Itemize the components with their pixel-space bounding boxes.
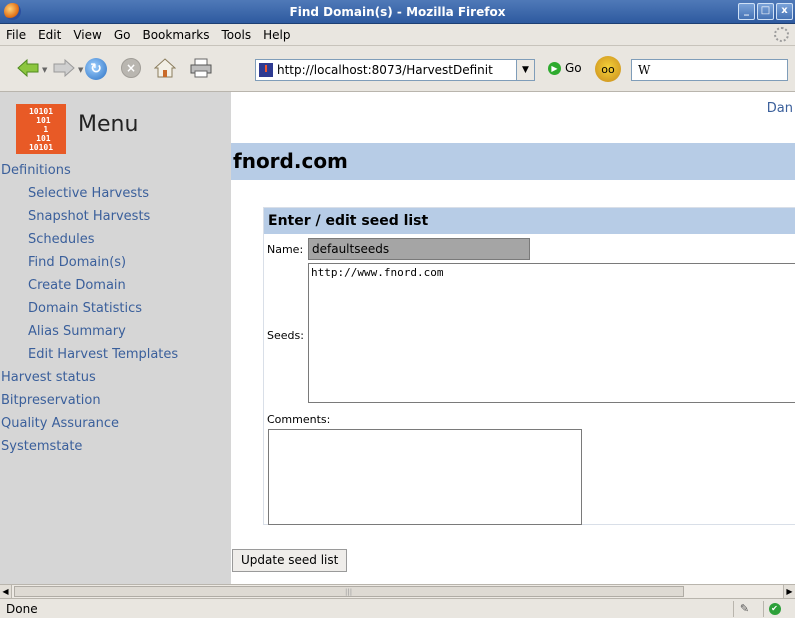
url-history-dropdown[interactable]: ▼ [517,59,535,81]
forward-button[interactable] [52,58,76,78]
stop-button[interactable]: × [121,58,141,78]
window-title: Find Domain(s) - Mozilla Firefox [289,4,506,19]
menu-edit[interactable]: Edit [38,28,61,42]
status-ok-container[interactable]: ✔ [763,601,785,617]
page-title: fnord.com [231,143,795,180]
sidebar-item-systemstate[interactable]: Systemstate [0,438,231,461]
seed-list-form: Enter / edit seed list Name: defaultseed… [263,207,795,525]
sidebar-item-definitions[interactable]: Definitions [0,162,231,185]
sidebar-item-edit-harvest-templates[interactable]: Edit Harvest Templates [0,346,231,369]
sidebar-item-harvest-status[interactable]: Harvest status [0,369,231,392]
back-arrow-icon [17,58,39,78]
url-text: http://localhost:8073/HarvestDefinit [277,63,493,77]
firefox-logo-icon [4,3,21,20]
menu-go[interactable]: Go [114,28,131,42]
menu-title: Menu [78,112,139,137]
update-seed-list-button[interactable]: Update seed list [232,549,348,572]
owl-extension-icon[interactable]: oo [595,56,621,82]
print-button[interactable] [190,58,212,78]
minimize-button[interactable]: _ [738,3,755,20]
menu-help[interactable]: Help [263,28,290,42]
throbber-icon [774,27,789,42]
seed-list-heading: Enter / edit seed list [264,208,795,234]
forward-dropdown-icon[interactable]: ▼ [78,66,83,74]
reload-button[interactable]: ↻ [85,58,107,80]
page-content: 10101 101 1 101 10101 Menu Definitions S… [0,92,795,584]
scrollbar-thumb[interactable]: ||| [14,586,684,597]
printer-icon [190,58,212,78]
window-titlebar: Find Domain(s) - Mozilla Firefox _ □ x [0,0,795,24]
go-label: Go [565,61,582,75]
go-button[interactable]: ▶ Go [548,61,582,75]
check-icon: ✔ [768,603,781,615]
sidebar-item-snapshot-harvests[interactable]: Snapshot Harvests [0,208,231,231]
search-input[interactable]: W [631,59,788,81]
search-engine-icon: W [638,63,651,77]
menu-view[interactable]: View [73,28,101,42]
seeds-textarea[interactable]: http://www.fnord.com [308,263,795,403]
status-text: Done [6,602,38,616]
language-link[interactable]: Dan [767,101,793,116]
comments-textarea[interactable] [268,429,582,525]
comments-label: Comments: [267,413,331,426]
maximize-button[interactable]: □ [757,3,774,20]
menu-bookmarks[interactable]: Bookmarks [142,28,209,42]
reload-icon: ↻ [90,61,102,77]
back-dropdown-icon[interactable]: ▼ [42,66,47,74]
scroll-right-icon[interactable]: ▶ [783,585,795,598]
menu-tools[interactable]: Tools [222,28,252,42]
menu-file[interactable]: File [6,28,26,42]
stop-icon: × [125,61,137,75]
sidebar-item-create-domain[interactable]: Create Domain [0,277,231,300]
sidebar-item-domain-statistics[interactable]: Domain Statistics [0,300,231,323]
url-bar[interactable]: I http://localhost:8073/HarvestDefinit [255,59,517,81]
navigation-toolbar: ▼ ▼ ↻ × I http://localhost:8073/HarvestD… [0,46,795,92]
home-button[interactable] [154,57,176,79]
close-button[interactable]: x [776,3,793,20]
sidebar-nav: Definitions Selective Harvests Snapshot … [0,162,231,461]
go-icon: ▶ [548,61,561,75]
back-button[interactable] [16,58,40,78]
seeds-label: Seeds: [267,329,304,342]
sidebar-item-quality-assurance[interactable]: Quality Assurance [0,415,231,438]
site-favicon-icon: I [259,63,273,77]
security-icon[interactable]: ✎ [733,601,755,617]
sidebar-item-alias-summary[interactable]: Alias Summary [0,323,231,346]
chevron-down-icon: ▼ [522,65,529,75]
scroll-left-icon[interactable]: ◀ [0,585,12,598]
sidebar-item-selective-harvests[interactable]: Selective Harvests [0,185,231,208]
netarchive-logo: 10101 101 1 101 10101 [16,104,66,154]
sidebar-item-bitpreservation[interactable]: Bitpreservation [0,392,231,415]
sidebar: 10101 101 1 101 10101 Menu Definitions S… [0,92,231,584]
horizontal-scrollbar[interactable]: ◀ ||| ▶ [0,584,795,598]
sidebar-item-find-domains[interactable]: Find Domain(s) [0,254,231,277]
window-controls: _ □ x [738,3,793,20]
name-label: Name: [267,243,304,256]
statusbar: Done ✎ ✔ [0,598,795,618]
menubar: File Edit View Go Bookmarks Tools Help [0,24,795,46]
home-icon [154,58,176,78]
name-field[interactable]: defaultseeds [308,238,530,260]
grip-icon: ||| [345,588,353,596]
sidebar-item-schedules[interactable]: Schedules [0,231,231,254]
forward-arrow-icon [53,58,75,78]
